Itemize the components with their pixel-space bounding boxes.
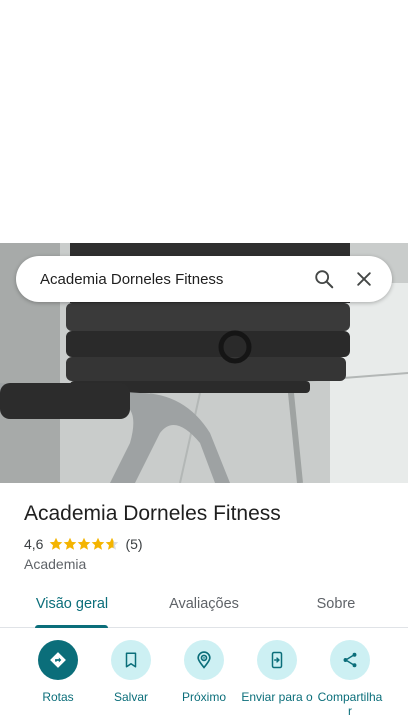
tab-about[interactable]: Sobre bbox=[286, 590, 386, 627]
save-label: Salvar bbox=[113, 690, 148, 704]
nearby-icon bbox=[184, 640, 224, 680]
bookmark-icon bbox=[111, 640, 151, 680]
directions-icon bbox=[38, 640, 78, 680]
nearby-button[interactable]: Próximo bbox=[164, 640, 244, 704]
stars-icon bbox=[50, 537, 119, 550]
rating-value: 4,6 bbox=[24, 536, 44, 552]
tab-reviews-label: Avaliações bbox=[169, 596, 239, 612]
share-button[interactable]: Compartilha r bbox=[310, 640, 390, 718]
nearby-label: Próximo bbox=[181, 690, 226, 704]
search-input[interactable]: Academia Dorneles Fitness bbox=[40, 271, 304, 288]
active-tab-indicator bbox=[35, 625, 108, 628]
send-to-phone-label: Enviar para o bbox=[241, 690, 313, 704]
search-bar[interactable]: Academia Dorneles Fitness bbox=[16, 256, 392, 302]
place-category: Academia bbox=[24, 556, 87, 572]
tab-about-label: Sobre bbox=[316, 596, 356, 612]
share-icon bbox=[330, 640, 370, 680]
share-label: Compartilha r bbox=[317, 690, 383, 718]
directions-label: Rotas bbox=[42, 690, 74, 704]
tab-reviews[interactable]: Avaliações bbox=[154, 590, 254, 627]
send-to-phone-button[interactable]: Enviar para o bbox=[237, 640, 317, 704]
search-icon[interactable] bbox=[304, 259, 344, 299]
directions-button[interactable]: Rotas bbox=[18, 640, 98, 704]
tab-overview-label: Visão geral bbox=[35, 596, 109, 612]
tab-bar: Visão geral Avaliações Sobre bbox=[0, 590, 408, 628]
close-icon[interactable] bbox=[344, 259, 384, 299]
send-to-phone-icon bbox=[257, 640, 297, 680]
rating-row[interactable]: 4,6 (5) bbox=[24, 536, 143, 552]
star-rating bbox=[49, 537, 119, 551]
save-button[interactable]: Salvar bbox=[91, 640, 171, 704]
place-title: Academia Dorneles Fitness bbox=[24, 502, 281, 525]
tab-overview[interactable]: Visão geral bbox=[22, 590, 122, 627]
action-row: Rotas Salvar Próximo Enviar para o Compa… bbox=[0, 640, 408, 726]
review-count: (5) bbox=[125, 536, 143, 552]
